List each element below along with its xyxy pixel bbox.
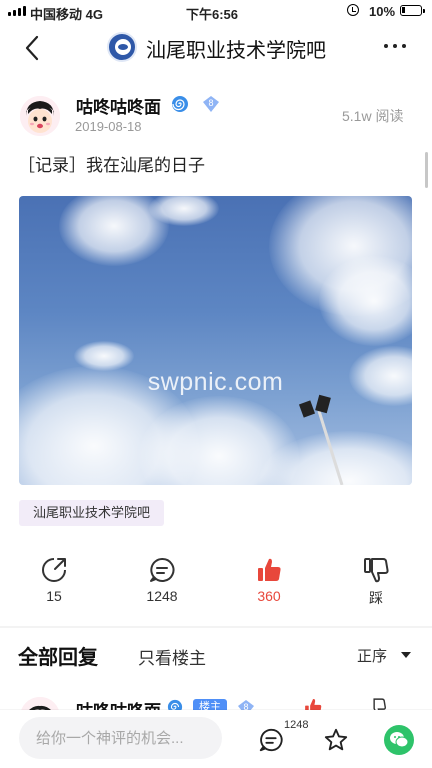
bottom-comment-count: 1248: [284, 719, 309, 731]
comment-button[interactable]: 1248: [127, 556, 197, 604]
post-title: ［记录］我在汕尾的日子: [18, 156, 205, 175]
wechat-share-button[interactable]: [384, 725, 414, 755]
like-button[interactable]: 360: [234, 556, 304, 604]
image-watermark: swpnic.com: [147, 368, 284, 396]
post-date: 2019-08-18: [75, 119, 142, 134]
comment-icon: [150, 557, 175, 582]
share-icon: [42, 558, 66, 582]
spiral-badge-icon: [172, 96, 188, 112]
back-button[interactable]: [18, 33, 48, 63]
sort-dropdown[interactable]: 正序: [357, 645, 387, 666]
battery-percent: 10%: [369, 4, 396, 19]
chevron-left-icon: [25, 35, 39, 61]
forum-tag[interactable]: 汕尾职业技术学院吧: [19, 500, 165, 526]
share-count: 15: [46, 588, 62, 604]
forum-logo[interactable]: [107, 32, 137, 62]
star-icon[interactable]: [323, 727, 349, 753]
dislike-label: 踩: [369, 590, 383, 606]
thumbs-down-icon: [364, 558, 389, 583]
comment-input[interactable]: [19, 717, 222, 759]
comment-icon[interactable]: [258, 727, 284, 753]
section-divider: [0, 626, 432, 628]
lamp-post-icon: [298, 394, 344, 485]
wechat-icon: [390, 732, 409, 748]
level-number: 8: [208, 98, 214, 108]
tab-all-replies[interactable]: 全部回复: [18, 641, 98, 670]
tab-op-only[interactable]: 只看楼主: [138, 644, 206, 669]
more-button[interactable]: [384, 44, 406, 48]
like-count: 360: [257, 588, 281, 604]
dislike-button[interactable]: 踩: [341, 556, 411, 608]
alarm-icon: [347, 4, 359, 16]
thumbs-up-icon: [258, 558, 281, 581]
author-avatar[interactable]: [20, 96, 60, 136]
read-count: 5.1w 阅读: [342, 108, 404, 124]
signal-icon: [8, 6, 26, 16]
share-button[interactable]: 15: [19, 556, 89, 604]
caret-down-icon[interactable]: [401, 652, 411, 658]
scroll-indicator: [425, 152, 428, 188]
status-time: 下午6:56: [186, 7, 239, 22]
status-bar: 中国移动 4G 下午6:56 10%: [0, 0, 432, 24]
avatar-image: [20, 96, 60, 136]
comment-count: 1248: [146, 588, 178, 604]
level-badge: 8: [202, 95, 220, 113]
forum-title[interactable]: 汕尾职业技术学院吧: [146, 34, 326, 63]
post-image[interactable]: swpnic.com: [19, 196, 412, 485]
battery-icon: [400, 5, 425, 16]
more-horizontal-icon: [384, 44, 388, 48]
carrier-label: 中国移动 4G: [30, 7, 103, 22]
author-name[interactable]: 咕咚咕咚面: [76, 93, 161, 118]
